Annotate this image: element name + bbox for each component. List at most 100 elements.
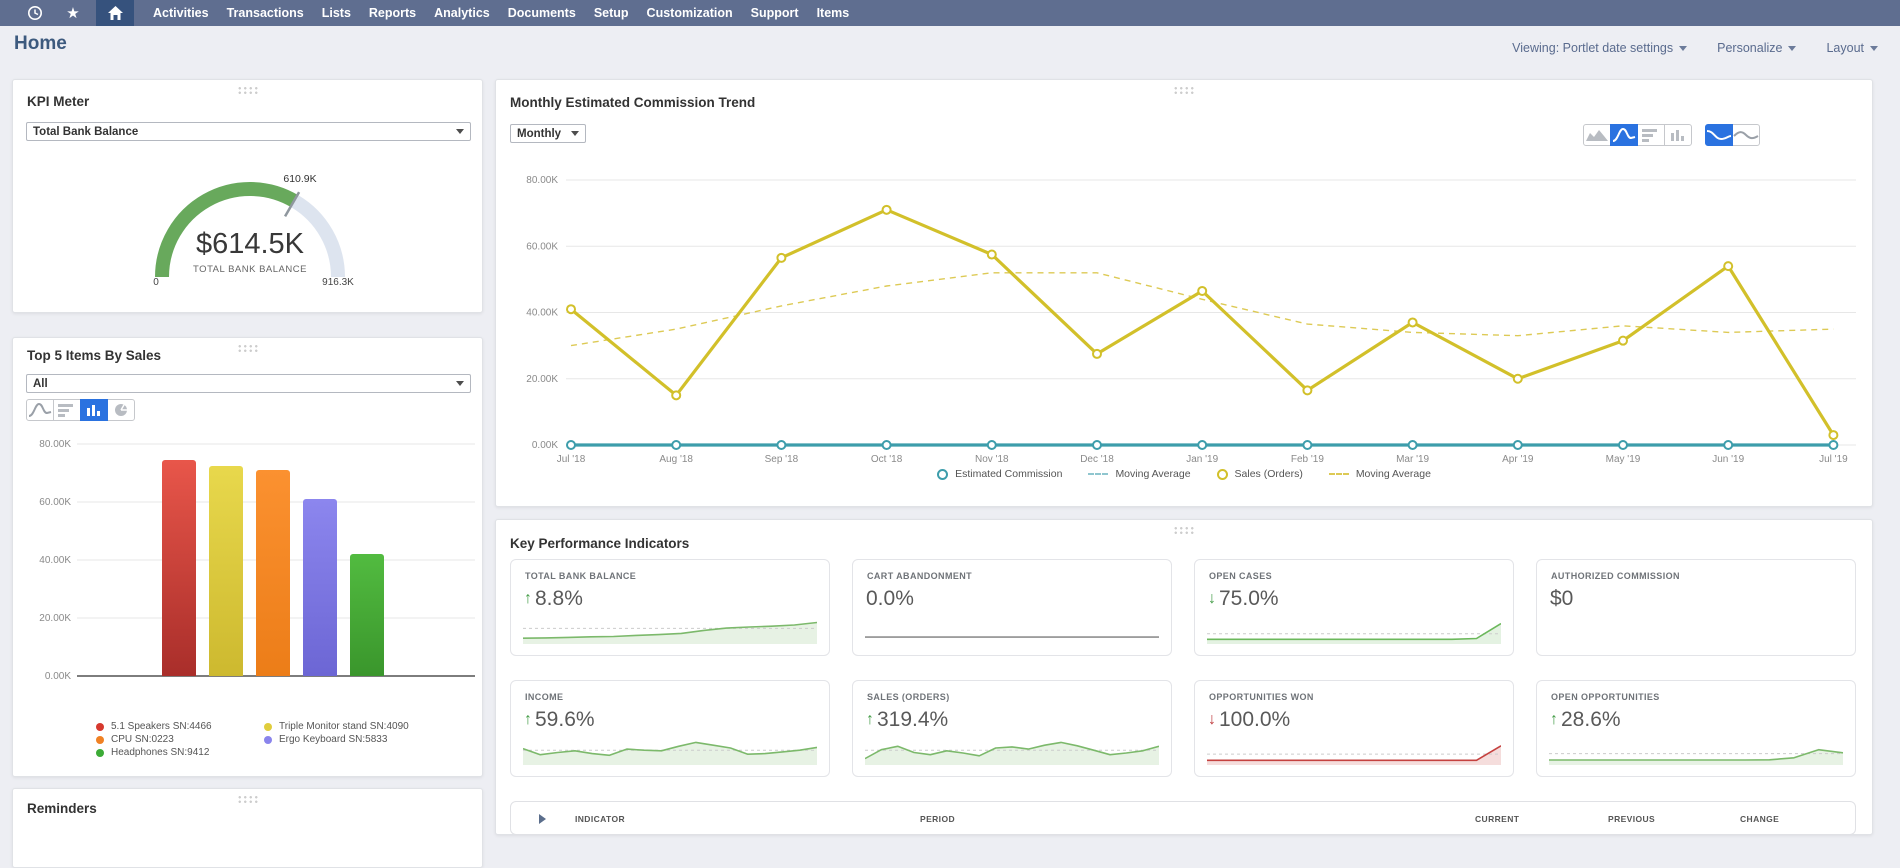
nav-item-analytics[interactable]: Analytics <box>425 0 499 26</box>
bar-cpu-sn-0223[interactable] <box>256 470 290 676</box>
portlet-reminders: Reminders <box>12 788 483 868</box>
legend-item-cpu-sn-0223: CPU SN:0223 <box>96 733 212 746</box>
bar-legend-col1: 5.1 Speakers SN:4466CPU SN:0223Headphone… <box>96 720 212 759</box>
line-chart-button[interactable] <box>26 399 54 421</box>
kpi-tile-label: OPEN CASES <box>1209 571 1272 581</box>
kpi-tile-open-opportunities[interactable]: OPEN OPPORTUNITIES↑28.6% <box>1536 680 1856 777</box>
legend-label: Headphones SN:9412 <box>111 747 209 758</box>
portlet-top5-items: Top 5 Items By Sales All 0.00K20.00K40.0… <box>12 337 483 777</box>
bar-headphones-sn-9412[interactable] <box>350 554 384 676</box>
portlet-drag-handle[interactable] <box>1173 86 1195 95</box>
legend-dot <box>264 736 272 744</box>
top5-select-value: All <box>33 378 48 390</box>
svg-text:Nov '18: Nov '18 <box>975 454 1009 465</box>
gauge-caption: TOTAL BANK BALANCE <box>90 264 410 275</box>
hbar-chart-button[interactable] <box>1637 124 1665 146</box>
nav-item-support[interactable]: Support <box>742 0 808 26</box>
legend-circle-marker <box>1217 469 1228 480</box>
pie-chart-icon <box>108 400 134 420</box>
kpi-tile-open-cases[interactable]: OPEN CASES↓75.0% <box>1194 559 1514 656</box>
smooth-line-button[interactable] <box>1705 124 1733 146</box>
shortcuts-star-icon[interactable]: ★ <box>58 0 88 26</box>
kpi-tile-value: ↑319.4% <box>866 708 948 732</box>
legend-item-triple-monitor-stand-sn-4090: Triple Monitor stand SN:4090 <box>264 720 409 733</box>
personalize-dropdown[interactable]: Personalize <box>1717 41 1796 55</box>
nav-item-customization[interactable]: Customization <box>638 0 742 26</box>
arrow-up-icon: ↑ <box>866 712 874 728</box>
svg-text:Dec '18: Dec '18 <box>1080 454 1114 465</box>
arrow-up-icon: ↑ <box>524 712 532 728</box>
svg-text:Jul '19: Jul '19 <box>1819 454 1848 465</box>
kpi-tile-label: INCOME <box>525 692 563 702</box>
legend-label: Moving Average <box>1356 468 1431 480</box>
home-tab[interactable] <box>96 0 134 26</box>
nav-item-reports[interactable]: Reports <box>360 0 425 26</box>
nav-item-items[interactable]: Items <box>808 0 859 26</box>
kpi-tile-authorized-commission[interactable]: AUTHORIZED COMMISSION$0 <box>1536 559 1856 656</box>
kpi-tile-opportunities-won[interactable]: OPPORTUNITIES WON↓100.0% <box>1194 680 1514 777</box>
kpi-tile-label: CART ABANDONMENT <box>867 571 972 581</box>
legend-item-moving-average: Moving Average <box>1329 468 1431 480</box>
hbar-chart-icon <box>54 400 80 420</box>
svg-text:40.00K: 40.00K <box>526 308 558 319</box>
trend-chart-type-toggle <box>1583 124 1692 146</box>
bar-triple-monitor-stand-sn-4090[interactable] <box>209 466 243 676</box>
col-previous: PREVIOUS <box>1608 814 1655 824</box>
portlet-drag-handle[interactable] <box>237 344 259 353</box>
top5-chart-type-toggle <box>26 399 135 421</box>
kpi-tile-income[interactable]: INCOME↑59.6% <box>510 680 830 777</box>
bar-legend-col2: Triple Monitor stand SN:4090Ergo Keyboar… <box>264 720 409 746</box>
trend-title: Monthly Estimated Commission Trend <box>510 95 755 110</box>
legend-item-estimated-commission: Estimated Commission <box>937 468 1062 480</box>
chevron-down-icon <box>456 129 464 134</box>
kpi-tile-cart-abandonment[interactable]: CART ABANDONMENT 0.0% <box>852 559 1172 656</box>
kpi-tile-number: 319.4% <box>877 708 948 732</box>
nav-item-documents[interactable]: Documents <box>499 0 585 26</box>
kpi-sparkline <box>865 731 1159 770</box>
portlet-drag-handle[interactable] <box>237 86 259 95</box>
smooth-line-alt-button[interactable] <box>1732 124 1760 146</box>
legend-item-ergo-keyboard-sn-5833: Ergo Keyboard SN:5833 <box>264 733 409 746</box>
kpi-tile-number: 28.6% <box>1561 708 1621 732</box>
svg-text:Mar '19: Mar '19 <box>1396 454 1429 465</box>
kpis-title: Key Performance Indicators <box>510 536 689 551</box>
kpi-tile-value: 0.0% <box>866 587 914 611</box>
expand-triangle-icon[interactable] <box>539 814 546 824</box>
pie-chart-button[interactable] <box>107 399 135 421</box>
bar-ergo-keyboard-sn-5833[interactable] <box>303 499 337 676</box>
svg-text:Oct '18: Oct '18 <box>871 454 903 465</box>
kpi-meter-select[interactable]: Total Bank Balance <box>26 122 471 141</box>
area-chart-button[interactable] <box>1583 124 1611 146</box>
layout-label: Layout <box>1826 41 1864 55</box>
hbar-chart-button[interactable] <box>53 399 81 421</box>
kpi-tile-value: ↓100.0% <box>1208 708 1290 732</box>
recent-records-icon[interactable] <box>20 0 50 26</box>
layout-dropdown[interactable]: Layout <box>1826 41 1878 55</box>
trend-period-select[interactable]: Monthly <box>510 124 586 143</box>
vbar-chart-button[interactable] <box>80 399 108 421</box>
nav-item-activities[interactable]: Activities <box>144 0 218 26</box>
portlet-drag-handle[interactable] <box>237 795 259 804</box>
portlet-drag-handle[interactable] <box>1173 526 1195 535</box>
col-change: CHANGE <box>1740 814 1779 824</box>
top5-select[interactable]: All <box>26 374 471 393</box>
kpi-tile-label: TOTAL BANK BALANCE <box>525 571 636 581</box>
svg-text:20.00K: 20.00K <box>526 374 558 385</box>
vbar-chart-button[interactable] <box>1664 124 1692 146</box>
kpi-tile-value: ↑28.6% <box>1550 708 1621 732</box>
nav-item-transactions[interactable]: Transactions <box>218 0 313 26</box>
line-chart-button[interactable] <box>1610 124 1638 146</box>
viewing-dropdown[interactable]: Viewing: Portlet date settings <box>1512 41 1687 55</box>
kpi-tile-sales-orders[interactable]: SALES (ORDERS)↑319.4% <box>852 680 1172 777</box>
bar-chart-canvas: 0.00K20.00K40.00K60.00K80.00K <box>13 434 484 694</box>
kpi-tile-total-bank-balance[interactable]: TOTAL BANK BALANCE↑8.8% <box>510 559 830 656</box>
reminders-title: Reminders <box>27 801 97 816</box>
bar-5-1-speakers-sn-4466[interactable] <box>162 460 196 676</box>
nav-item-setup[interactable]: Setup <box>585 0 638 26</box>
kpi-tile-number: 100.0% <box>1219 708 1290 732</box>
trend-chart: 0.00K20.00K40.00K60.00K80.00KJul '18Aug … <box>496 170 1874 470</box>
smooth-line-alt-icon <box>1733 125 1759 145</box>
nav-item-lists[interactable]: Lists <box>313 0 360 26</box>
star-icon: ★ <box>66 6 79 21</box>
legend-item-headphones-sn-9412: Headphones SN:9412 <box>96 746 212 759</box>
